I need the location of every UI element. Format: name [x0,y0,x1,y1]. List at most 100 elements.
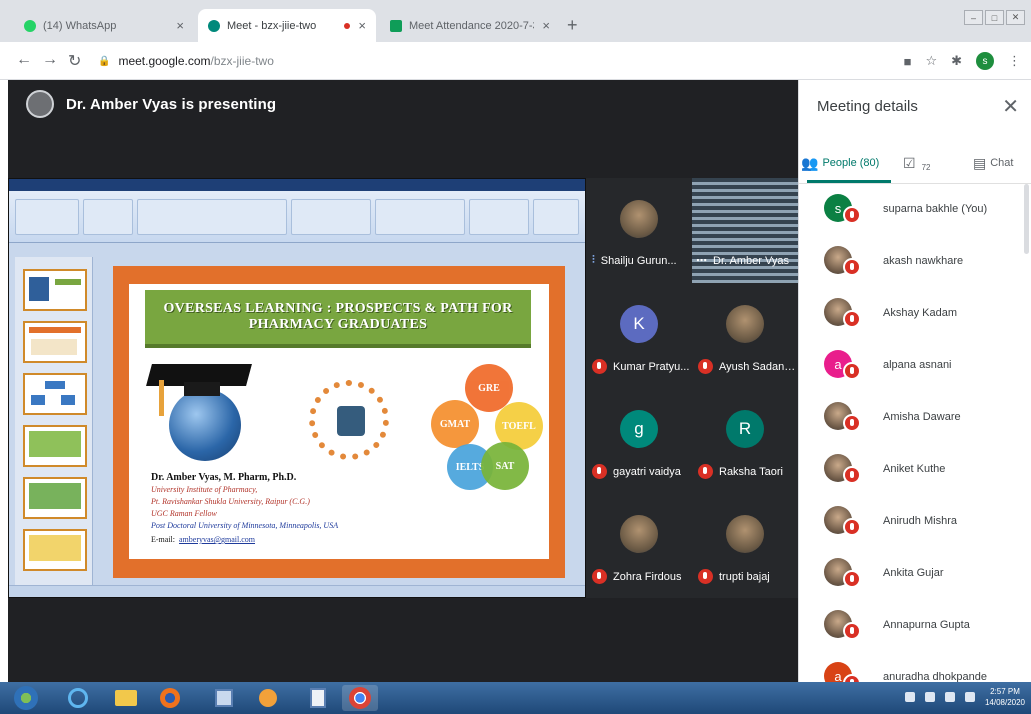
whatsapp-icon [24,19,36,32]
participant-tile[interactable]: trupti bajaj [692,493,798,598]
panel-title: Meeting details [817,98,918,115]
bookmark-star-icon[interactable]: ☆ [925,53,937,69]
participant-tile[interactable]: ⫶ Shailju Gurun... [586,178,692,283]
tray-arrow-icon[interactable] [904,692,915,702]
url-field[interactable]: 🔒 meet.google.com /bzx-jiie-two [98,49,888,73]
tab-chat[interactable]: ▤ Chat [973,148,1013,178]
participant-row[interactable]: Aniket Kuthe [799,444,1031,496]
participant-row[interactable]: Ankita Gujar [799,548,1031,600]
tab-title: (14) WhatsApp [43,19,117,32]
slide-thumbnail[interactable] [23,321,87,363]
taskbar-clock[interactable]: 2:57 PM 14/08/2020 [985,686,1025,708]
people-icon: 👥 [801,154,819,171]
tab-whatsapp[interactable]: (14) WhatsApp × [14,9,194,42]
bubble-gmat: GMAT [431,400,479,448]
forward-icon[interactable]: → [42,51,58,69]
ie-icon[interactable] [60,685,96,711]
maximize-button[interactable]: □ [985,10,1004,25]
reload-icon[interactable]: ↻ [68,51,81,71]
participant-row[interactable]: s suparna bakhle (You) [799,184,1031,236]
bubble-sat: SAT [481,442,529,490]
mic-off-icon [843,466,861,484]
new-tab-button[interactable]: + [567,15,578,36]
participant-row[interactable]: Annapurna Gupta [799,600,1031,652]
document-icon[interactable] [300,685,336,711]
participant-row[interactable]: Akshay Kadam [799,288,1031,340]
audio-level-icon: ⫶ [592,254,595,266]
close-tab-icon[interactable]: × [176,18,184,33]
tab-meet[interactable]: Meet - bzx-jiie-two × [198,9,376,42]
affiliation-line: Post Doctoral University of Minnesota, M… [151,521,339,530]
more-dots-icon: ⋯ [696,255,707,267]
participant-tile[interactable]: R Raksha Taori [692,388,798,493]
ppt-status-bar [9,585,585,597]
network-icon[interactable] [924,692,935,702]
participant-tile[interactable]: g gayatri vaidya [586,388,692,493]
mic-off-icon [698,569,713,584]
participant-name: Aniket Kuthe [883,463,946,475]
file-explorer-icon[interactable] [108,685,144,711]
profile-avatar[interactable]: s [976,52,994,70]
slide-thumbnail[interactable] [23,373,87,415]
mic-off-icon [698,359,713,374]
start-button[interactable] [8,685,44,711]
participant-video[interactable]: ⋯ Dr. Amber Vyas [692,178,798,283]
tab-meet-attendance[interactable]: Meet Attendance 2020-7-3 15:4 × [380,9,560,42]
participant-tile[interactable]: K Kumar Pratyu... [586,283,692,388]
mic-off-icon [843,570,861,588]
participant-name: Raksha Taori [719,465,783,478]
participant-name: Zohra Firdous [613,570,682,583]
recording-dot-icon [344,22,351,29]
chrome-icon[interactable] [342,685,378,711]
media-player-icon[interactable] [250,685,286,711]
mic-off-icon [698,464,713,479]
affiliation-line: UGC Raman Fellow [151,509,217,518]
participant-avatar: R [726,410,764,448]
participant-photo [726,515,764,553]
tab-chat-label: Chat [990,157,1014,169]
close-tab-icon[interactable]: × [542,18,550,33]
slide-thumbnail[interactable] [23,425,87,467]
participant-row[interactable]: Anirudh Mishra [799,496,1031,548]
close-tab-icon[interactable]: × [358,18,366,33]
scrollbar[interactable] [1024,184,1029,254]
participant-name: gayatri vaidya [613,465,681,478]
meet-icon [208,19,220,32]
camera-icon[interactable]: ■ [904,54,912,69]
participant-row[interactable]: Amisha Daware [799,392,1031,444]
people-list: s suparna bakhle (You) akash nawkhare Aksha… [799,184,1031,682]
close-panel-button[interactable]: ✕ [1002,94,1019,119]
student-clipart [309,380,389,460]
participant-photo [726,305,764,343]
menu-kebab-icon[interactable]: ⋮ [1008,53,1021,69]
shared-screen: OVERSEAS LEARNING : PROSPECTS & PATH FOR… [8,178,586,598]
participant-row[interactable]: a alpana asnani [799,340,1031,392]
mic-off-icon [843,258,861,276]
active-tab-indicator [807,180,891,183]
slide-thumbnail[interactable] [23,529,87,571]
mic-off-icon [843,518,861,536]
window-controls: – □ ✕ [964,10,1025,25]
slide-thumbnail[interactable] [23,477,87,519]
tab-people[interactable]: 👥 People (80) [801,148,879,178]
tab-attendance[interactable]: ☑ 72 [903,148,930,178]
participant-tile[interactable]: Zohra Firdous [586,493,692,598]
close-window-button[interactable]: ✕ [1006,10,1025,25]
extensions-icon[interactable]: ✱ [951,53,962,69]
back-icon[interactable]: ← [16,51,32,69]
battery-icon[interactable] [964,692,975,702]
participant-row[interactable]: akash nawkhare [799,236,1031,288]
participant-name: Anirudh Mishra [883,515,957,527]
minimize-button[interactable]: – [964,10,983,25]
volume-icon[interactable] [944,692,955,702]
globe-image [169,389,241,461]
participant-row[interactable]: a anuradha dhokpande [799,652,1031,682]
mic-off-icon [592,569,607,584]
participant-tile[interactable]: Ayush Sadans... [692,283,798,388]
firefox-icon[interactable] [152,685,188,711]
participant-name: Shailju Gurun... [600,254,677,267]
powerpoint-icon[interactable] [206,685,242,711]
mic-off-icon [843,206,861,224]
email-label: E-mail: [151,535,175,544]
slide-thumbnail[interactable] [23,269,87,311]
